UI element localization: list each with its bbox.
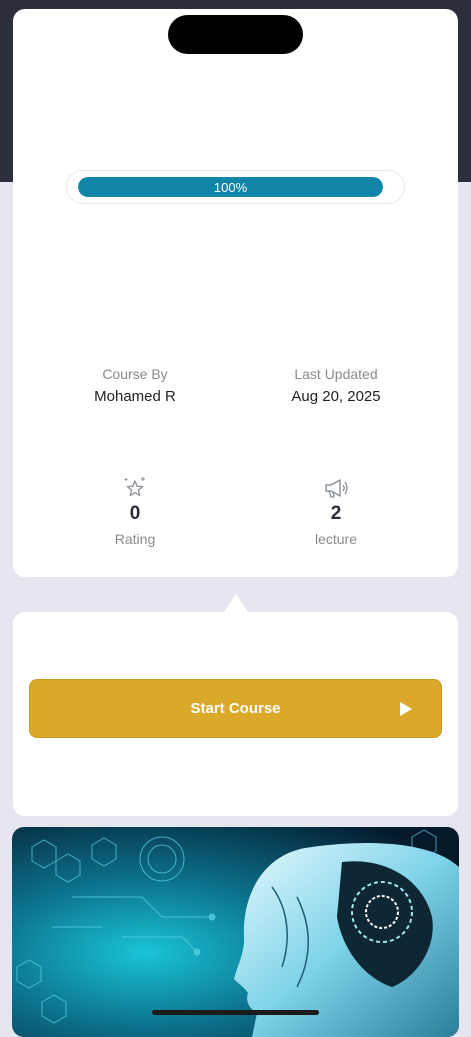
last-updated: Last Updated Aug 20, 2025: [236, 366, 436, 405]
course-progress: 100%: [66, 170, 405, 204]
lecture-label: lecture: [314, 531, 358, 547]
status-bar-notch: [168, 15, 303, 54]
lecture-value: 2: [330, 503, 342, 524]
course-by: Course By Mohamed R: [35, 366, 235, 405]
progress-label: 100%: [213, 179, 248, 195]
lecture-stat: 2 lecture: [236, 475, 436, 547]
rating-label: Rating: [114, 531, 156, 547]
progress-track: 100%: [78, 177, 383, 197]
card-pointer: [224, 594, 248, 612]
home-indicator: [152, 1010, 319, 1015]
rating-stat: 0 Rating: [35, 475, 235, 547]
start-course-button[interactable]: Start Course: [29, 679, 442, 738]
last-updated-label: Last Updated: [294, 366, 378, 382]
rating-value: 0: [129, 503, 141, 524]
play-icon: [400, 702, 412, 716]
start-course-label: Start Course: [190, 700, 281, 717]
last-updated-value: Aug 20, 2025: [291, 388, 381, 405]
star-sparkle-icon: [35, 475, 235, 501]
course-by-value: Mohamed R: [94, 388, 176, 405]
megaphone-icon: [236, 475, 436, 501]
course-cover-image: [12, 827, 459, 1037]
course-by-label: Course By: [102, 366, 168, 382]
